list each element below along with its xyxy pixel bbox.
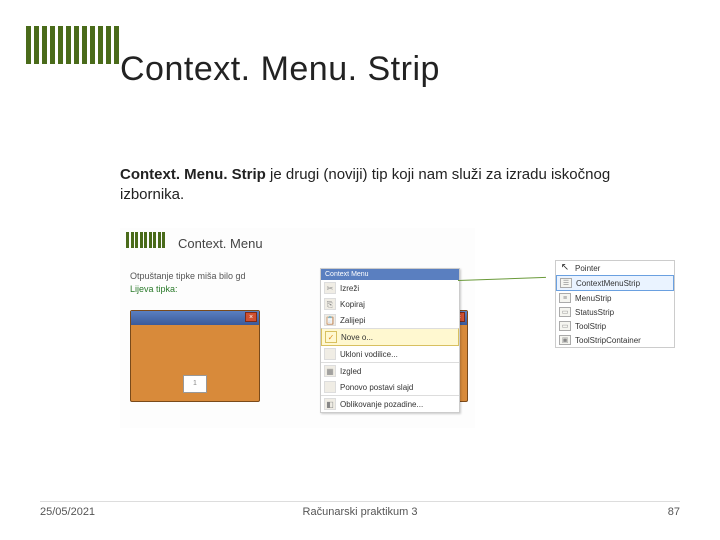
menustrip-icon: ≡ [559,293,571,303]
statusstrip-icon: ▭ [559,307,571,317]
mini-decorative-bars [126,232,165,248]
footer-page-number: 87 [668,506,680,518]
context-menu-item: ▦ Izgled [321,362,459,379]
context-menu-item: Ponovo postavi slajd [321,379,459,395]
slide-body-text: Context. Menu. Strip je drugi (noviji) t… [120,165,660,206]
decorative-bars [26,26,119,64]
mini-description: Otpuštanje tipke miša bilo gd Lijeva tip… [130,270,246,295]
toolbox-panel: ↖ Pointer ☰ ContextMenuStrip ≡ MenuStrip ▭ S… [555,260,675,348]
menu-item-label: Nove o... [341,333,373,342]
body-bold: Context. Menu. Strip [120,166,266,183]
toolbox-item-label: MenuStrip [575,294,611,303]
context-menu-item: Ukloni vodilice... [321,346,459,362]
menu-item-label: Kopiraj [340,300,365,309]
toolbox-item-label: ContextMenuStrip [576,279,640,288]
context-menu-item: ✂ Izreži [321,280,459,296]
context-menu-item: 📋 Zalijepi [321,312,459,328]
copy-icon: ⎘ [324,298,336,310]
toolstrip-icon: ▭ [559,321,571,331]
toolbox-item-selected: ☰ ContextMenuStrip [556,275,674,291]
close-icon: × [245,312,257,322]
slide-footer: 25/05/2021 Računarski praktikum 3 87 [40,501,680,518]
toolbox-item-label: ToolStrip [575,322,606,331]
menu-item-label: Ponovo postavi slajd [340,383,413,392]
illustration-area: Context. Menu Otpuštanje tipke miša bilo… [120,228,675,438]
toolbox-item: ▭ StatusStrip [556,305,674,319]
context-menu-item: ⎘ Kopiraj [321,296,459,312]
pointer-icon: ↖ [559,263,571,273]
toolbox-item: ▭ ToolStrip [556,319,674,333]
mini-title: Context. Menu [178,236,263,251]
slide-title: Context. Menu. Strip [120,50,440,89]
reset-icon [324,381,336,393]
mini-desc-line2: Lijeva tipka: [130,284,178,294]
context-menu-item-highlighted: ✓ Nove o... [321,328,459,346]
menu-item-label: Ukloni vodilice... [340,350,398,359]
menu-item-label: Izgled [340,367,361,376]
mini-desc-line1: Otpuštanje tipke miša bilo gd [130,271,246,281]
toolbox-item: ▣ ToolStripContainer [556,333,674,347]
contextmenustrip-icon: ☰ [560,278,572,288]
layout-icon: ▦ [324,365,336,377]
cut-icon: ✂ [324,282,336,294]
menu-item-label: Izreži [340,284,359,293]
format-icon: ◧ [324,398,336,410]
guides-icon [324,348,336,360]
check-icon: ✓ [325,331,337,343]
context-menu-popup: Context Menu ✂Izreži ⎘Kopiraj 📋Zalijepi … [320,268,460,413]
paste-icon: 📋 [324,314,336,326]
toolbox-item: ↖ Pointer [556,261,674,275]
slide: Context. Menu. Strip Context. Menu. Stri… [0,0,720,540]
toolbox-item-label: StatusStrip [575,308,614,317]
context-menu-item: ◧ Oblikovanje pozadine... [321,395,459,412]
toolbox-item: ≡ MenuStrip [556,291,674,305]
sample-window-1: × 1 [130,310,260,402]
context-menu-header: Context Menu [321,269,459,280]
menu-item-label: Zalijepi [340,316,365,325]
toolbox-item-label: ToolStripContainer [575,336,641,345]
left-screenshot: Context. Menu Otpuštanje tipke miša bilo… [120,228,475,428]
toolstripcontainer-icon: ▣ [559,335,571,345]
footer-center: Računarski praktikum 3 [303,506,418,518]
footer-date: 25/05/2021 [40,506,95,518]
toolbox-item-label: Pointer [575,264,600,273]
window-inner-box: 1 [183,375,207,393]
menu-item-label: Oblikovanje pozadine... [340,400,423,409]
window-titlebar: × [131,311,259,325]
